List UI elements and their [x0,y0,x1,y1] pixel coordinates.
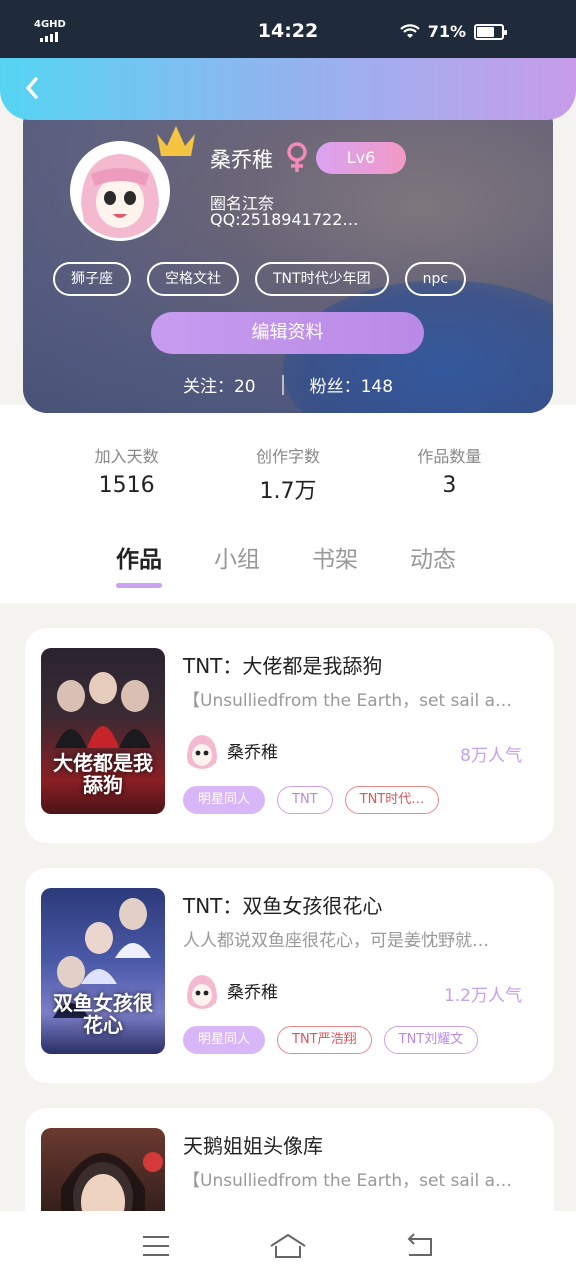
battery-level [477,27,494,37]
work-card[interactable]: 大佬都是我舔狗 TNT：大佬都是我舔狗 【Unsulliedfrom the E… [25,628,554,843]
system-nav-bar [0,1211,576,1280]
tab-activity[interactable]: 动态 [384,540,482,588]
tab-groups[interactable]: 小组 [188,540,286,588]
stat-join-days: 加入天数 1516 [94,447,159,498]
work-tags: 明星同人 TNT TNT时代… [183,786,440,814]
author-avatar [183,731,221,769]
work-tag[interactable]: 明星同人 [183,1026,266,1054]
author-name: 桑乔稚 [227,982,278,1003]
work-description: 【Unsulliedfrom the Earth，set sail a… [183,691,513,711]
work-card[interactable]: 双鱼女孩很花心 TNT：双鱼女孩很花心 人人都说双鱼座很花心，可是姜忱野就… 桑… [25,868,554,1083]
following-link[interactable]: 关注：20 [183,372,256,397]
work-author[interactable]: 桑乔稚 [183,731,278,769]
work-tag[interactable]: TNT严浩翔 [277,1026,372,1054]
level-badge: Lv6 [316,142,406,174]
back-nav-button[interactable] [395,1226,445,1266]
fans-link[interactable]: 粉丝：148 [310,372,393,397]
profile-tags: 狮子座 空格文社 TNT时代少年团 npc [53,262,467,296]
work-tag[interactable]: TNT刘耀文 [383,1026,479,1054]
header-bar [0,58,576,120]
following-count: 20 [233,377,256,397]
profile-tag[interactable]: 空格文社 [147,262,239,296]
work-title[interactable]: TNT：大佬都是我舔狗 [183,650,382,679]
wifi-icon [399,23,420,38]
profile-tag[interactable]: 狮子座 [53,262,131,296]
menu-button[interactable] [131,1226,181,1266]
book-cover[interactable]: 大佬都是我舔狗 [41,648,165,814]
work-author[interactable]: 桑乔稚 [183,971,278,1009]
follow-stats: 关注：20 粉丝：148 [23,372,553,397]
qq-number: QQ:2518941722… [210,210,359,229]
profile-name: 桑乔稚 [210,148,273,172]
work-title[interactable]: 天鹅姐姐头像库 [183,1130,323,1159]
tab-works[interactable]: 作品 [90,540,188,588]
cover-title: 大佬都是我舔狗 [53,751,153,797]
profile-tag[interactable]: npc [404,262,467,296]
author-avatar [183,971,221,1009]
female-icon [287,142,307,172]
edit-profile-button[interactable]: 编辑资料 [151,312,424,354]
battery-icon [474,24,507,40]
chevron-left-icon [26,77,38,99]
home-button[interactable] [263,1226,313,1266]
work-tag[interactable]: TNT [277,786,333,814]
work-description: 【Unsulliedfrom the Earth，set sail a… [183,1171,513,1191]
work-tag[interactable]: TNT时代… [344,786,440,814]
work-tags: 明星同人 TNT严浩翔 TNT刘耀文 [183,1026,479,1054]
stat-works-count: 作品数量 3 [417,447,482,498]
work-description: 人人都说双鱼座很花心，可是姜忱野就… [183,931,489,951]
work-tag[interactable]: 明星同人 [183,786,266,814]
book-cover[interactable]: 双鱼女孩很花心 [41,888,165,1054]
status-bar: 4GHD 14:22 71% [0,0,576,62]
divider [281,374,284,395]
home-icon [270,1233,306,1258]
popularity: 1.2万人气 [443,986,522,1006]
profile-banner: 桑乔稚 Lv6 圈名江奈 QQ:2518941722… 狮子座 空格文社 TNT… [23,100,553,413]
battery-percent: 71% [427,22,466,41]
popularity: 8万人气 [460,746,522,766]
stats-card: 加入天数 1516 创作字数 1.7万 作品数量 3 [46,405,530,523]
back-icon [407,1232,432,1256]
cover-title: 双鱼女孩很花心 [53,991,153,1037]
tab-bookshelf[interactable]: 书架 [286,540,384,588]
author-name: 桑乔稚 [227,742,278,763]
stat-word-count: 创作字数 1.7万 [255,447,320,504]
crown-icon [157,126,195,156]
menu-icon [143,1235,169,1256]
work-title[interactable]: TNT：双鱼女孩很花心 [183,890,382,919]
content-tabs: 作品 小组 书架 动态 [90,540,482,588]
back-button[interactable] [14,70,50,106]
fans-count: 148 [360,377,394,397]
profile-tag[interactable]: TNT时代少年团 [255,262,389,296]
